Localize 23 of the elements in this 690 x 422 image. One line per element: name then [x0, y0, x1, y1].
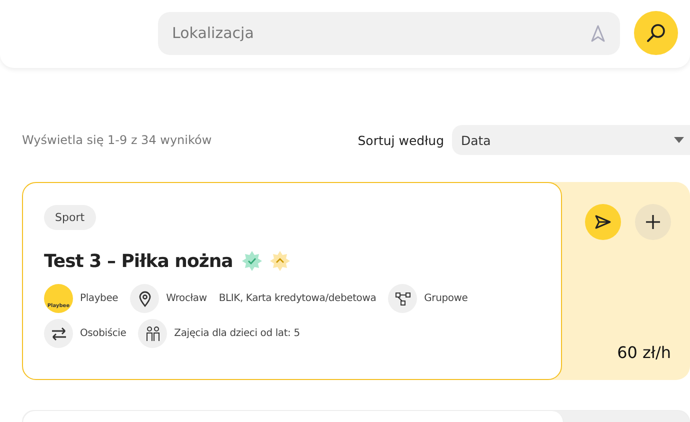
- listing-title: Test 3 – Piłka nożna: [44, 250, 233, 272]
- swap-arrows-icon: [44, 319, 73, 348]
- payment-text: BLIK, Karta kredytowa/debetowa: [218, 293, 376, 304]
- search-button[interactable]: [634, 11, 678, 55]
- age-text: Zajęcia dla dzieci od lat: 5: [174, 328, 300, 339]
- sort-select[interactable]: Data: [452, 125, 690, 155]
- price: 60 zł/h: [617, 343, 671, 362]
- category-tag: Sport: [44, 205, 96, 230]
- children-icon: [138, 319, 168, 348]
- caret-icon: [674, 137, 684, 143]
- plus-icon: [643, 212, 663, 232]
- results-count: Wyświetla się 1-9 z 34 wyników: [22, 133, 212, 147]
- network-icon: [388, 284, 418, 313]
- location-text: Wrocław: [166, 293, 207, 304]
- add-button[interactable]: [635, 204, 671, 240]
- search-icon: [645, 22, 667, 44]
- location-field[interactable]: Lokalizacja: [158, 12, 620, 54]
- send-button[interactable]: [585, 204, 621, 240]
- organizer-name: Playbee: [80, 293, 118, 304]
- mode-text: Osobiście: [80, 328, 126, 339]
- sort-label: Sortuj według: [358, 132, 444, 148]
- location-pin-icon: [130, 284, 160, 313]
- group-text: Grupowe: [424, 293, 468, 304]
